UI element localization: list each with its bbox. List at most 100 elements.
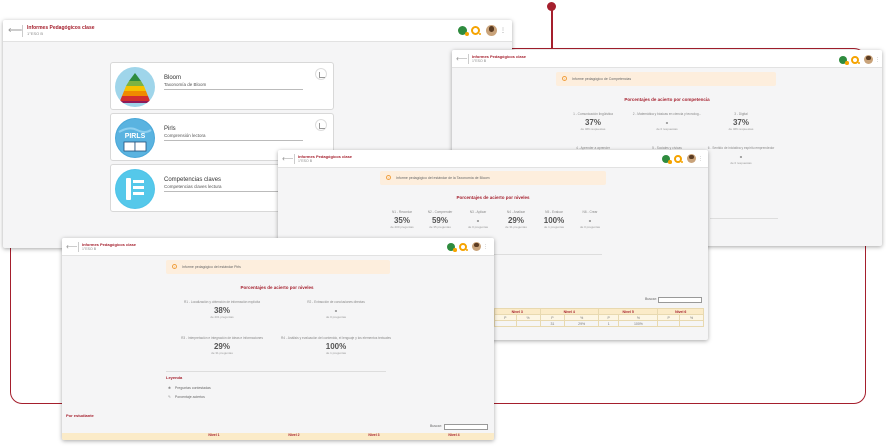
card-subtitle: Competencias claves lectura (164, 184, 222, 189)
green-badge-icon[interactable] (447, 242, 457, 252)
header-icons: ⋮ (458, 25, 506, 36)
card-underline (164, 89, 303, 90)
stat-level-n4: N4 - Analizar 29% de 31 preguntas (498, 210, 534, 229)
orange-badge-icon[interactable] (674, 154, 683, 163)
stat-competence-6: 6 - Sentido de iniciativa y espíritu emp… (698, 146, 784, 165)
back-arrow-icon[interactable]: ⟵ (456, 54, 467, 63)
avatar[interactable] (864, 55, 873, 64)
legend-item: ✎ Porcentaje aciertos (168, 395, 205, 399)
avatar[interactable] (472, 242, 481, 251)
app-header: ⟵ Informes Pedagógicos clase 1°ESO B ⋮ (62, 238, 494, 256)
stat-sub: de 200 preguntas (390, 225, 414, 229)
stat-label: R1 - Localización y obtención de informa… (183, 300, 260, 304)
stat-level-n6: N6 - Crear - de 0 preguntas (572, 210, 608, 229)
stat-value: 100% (325, 342, 347, 351)
table-header: Nivel 4 (448, 433, 460, 437)
screenshot-collage: ⟵ Informes Pedagógicos clase 1°ESO B ⋮ B… (0, 0, 886, 446)
stat-sub: de 31 preguntas (211, 351, 233, 355)
stat-level-n1: N1 - Recordar 35% de 200 preguntas (384, 210, 420, 229)
stat-value: 29% (507, 216, 524, 225)
app-subtitle: 1°ESO B (298, 159, 313, 163)
card-subtitle: Taxonomía de Bloom (164, 82, 207, 87)
header-divider (468, 54, 469, 64)
info-icon: ! (386, 175, 391, 180)
stat-value: - (588, 216, 592, 225)
stat-competence-1: 1 - Comunicación lingüística 37% de 466 … (554, 112, 632, 131)
stat-competence-3: 3 - Digital 37% de 466 respuestas (702, 112, 780, 131)
stat-label: N5 - Evaluar (545, 210, 563, 214)
chart-button-icon[interactable] (315, 68, 327, 80)
report-card-bloom[interactable]: Bloom Taxonomía de Bloom (110, 62, 334, 110)
green-badge-icon[interactable] (458, 26, 469, 36)
search-input[interactable] (658, 297, 702, 303)
banner-text: Informe pedagógico del estándar Pirls (181, 265, 241, 269)
stat-pirls-r3: R3 - Interpretación e integración de ide… (168, 336, 276, 355)
stat-value: 38% (213, 306, 230, 315)
header-icons: ⋮ (839, 55, 880, 65)
info-banner: ! Informe pedagógico del estándar Pirls (166, 260, 390, 274)
table-row: 31 29% 1 100% (494, 320, 704, 327)
stat-label: R3 - Interpretación e integración de ide… (181, 336, 263, 340)
stat-sub: de 1 preguntas (325, 351, 346, 355)
divider-line (710, 218, 778, 219)
orange-badge-icon[interactable] (471, 26, 481, 35)
stat-value: 37% (732, 118, 749, 127)
student-table-header: Nivel 1 Nivel 2 Nivel 3 Nivel 4 (62, 433, 494, 440)
card-title: Competencias claves (164, 177, 222, 183)
stat-level-n2: N2 - Comprender 59% de 35 preguntas (422, 210, 458, 229)
orange-badge-icon[interactable] (459, 242, 468, 251)
stat-value: - (665, 118, 669, 127)
stat-sub: de 0 preguntas (579, 225, 600, 229)
header-divider (294, 154, 295, 164)
legend-title: Leyenda (166, 375, 183, 380)
more-menu-icon[interactable]: ⋮ (483, 244, 488, 250)
table-cell (657, 320, 681, 327)
stat-value: 29% (213, 342, 230, 351)
percent-icon: ✎ (168, 395, 171, 399)
chart-button-icon[interactable] (315, 119, 327, 131)
stat-label: 2 - Matemática y básicas en ciencia y te… (632, 112, 702, 116)
stat-value: 35% (393, 216, 410, 225)
stat-sub: de 0 preguntas (325, 315, 346, 319)
header-divider (22, 25, 23, 37)
search-input[interactable] (444, 424, 488, 430)
table-cell (679, 320, 704, 327)
search-label: Buscar: (645, 297, 657, 301)
app-subtitle: 1°ESO B (472, 59, 487, 63)
stat-level-n3: N3 - Aplicar - de 0 preguntas (460, 210, 496, 229)
orange-badge-icon[interactable] (851, 55, 860, 64)
pirls-logo-text: PIRLS (125, 133, 146, 140)
levels-table: Nivel 3 Nivel 4 Nivel 5 Nivel 6 P % P % … (494, 308, 704, 327)
pin-line (551, 6, 553, 48)
table-header: Nivel 1 (208, 433, 220, 437)
green-badge-icon[interactable] (839, 55, 849, 65)
avatar[interactable] (687, 154, 696, 163)
stat-pirls-r1: R1 - Localización y obtención de informa… (170, 300, 274, 319)
back-arrow-icon[interactable]: ⟵ (282, 154, 293, 163)
more-menu-icon[interactable]: ⋮ (698, 156, 703, 162)
card-underline (164, 140, 303, 141)
app-subtitle: 1°ESO B (27, 31, 44, 36)
stat-value: - (739, 152, 743, 161)
section-title: Porcentajes de acierto por competencia (624, 97, 710, 102)
more-menu-icon[interactable]: ⋮ (500, 27, 506, 34)
avatar[interactable] (486, 25, 497, 36)
stat-sub: de 466 respuestas (580, 127, 606, 131)
stat-label: N6 - Crear (582, 210, 598, 214)
stat-sub: de 1 preguntas (543, 225, 564, 229)
info-banner: ! Informe pedagógico de Competencias (556, 72, 776, 86)
table-cell: 31 (539, 320, 566, 327)
stat-label: R2 - Extracción de conclusiones directas (307, 300, 365, 304)
stat-value: - (476, 216, 480, 225)
app-header: ⟵ Informes Pedagógicos clase 1°ESO B ⋮ (3, 20, 512, 42)
stat-label: N2 - Comprender (427, 210, 453, 214)
header-divider (78, 242, 79, 252)
back-arrow-icon[interactable]: ⟵ (66, 242, 77, 251)
stat-sub: de 0 respuestas (656, 127, 678, 131)
banner-text: Informe pedagógico de Competencias (571, 77, 632, 81)
stat-sub: de 466 respuestas (728, 127, 754, 131)
more-menu-icon[interactable]: ⋮ (875, 57, 880, 63)
table-cell: 29% (564, 320, 599, 327)
green-badge-icon[interactable] (662, 154, 672, 164)
back-arrow-icon[interactable]: ⟵ (8, 25, 22, 36)
